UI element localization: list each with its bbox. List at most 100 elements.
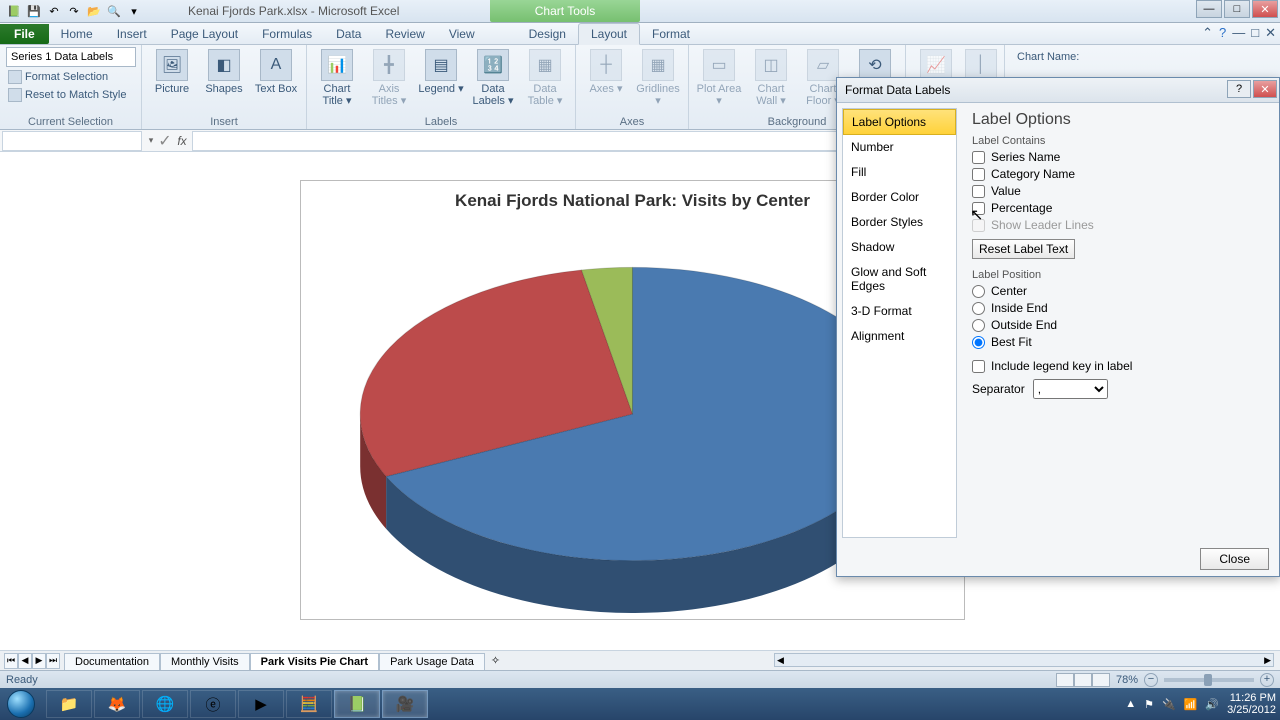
checkbox-category-name[interactable]: Category Name bbox=[972, 167, 1269, 181]
radio-outside-end[interactable]: Outside End bbox=[972, 318, 1269, 332]
undo-icon[interactable]: ↶ bbox=[46, 3, 62, 19]
tab-data[interactable]: Data bbox=[324, 24, 373, 44]
checkbox-percentage[interactable]: Percentage ↖ bbox=[972, 201, 1269, 215]
page-break-view-icon[interactable] bbox=[1092, 673, 1110, 687]
action-center-icon[interactable]: ⚑ bbox=[1144, 698, 1154, 711]
textbox-button[interactable]: AText Box bbox=[252, 47, 300, 95]
normal-view-icon[interactable] bbox=[1056, 673, 1074, 687]
dialog-nav-item[interactable]: Shadow bbox=[843, 235, 956, 260]
help-icon[interactable]: ? bbox=[1219, 25, 1226, 41]
dialog-nav-item[interactable]: Glow and Soft Edges bbox=[843, 260, 956, 299]
name-box[interactable] bbox=[2, 131, 142, 151]
checkbox-value[interactable]: Value bbox=[972, 184, 1269, 198]
calculator-icon[interactable]: 🧮 bbox=[286, 690, 332, 718]
start-button[interactable] bbox=[0, 688, 42, 720]
format-selection-button[interactable]: Format Selection bbox=[6, 69, 135, 85]
checkbox-legend-key[interactable]: Include legend key in label bbox=[972, 359, 1269, 373]
page-layout-view-icon[interactable] bbox=[1074, 673, 1092, 687]
volume-icon[interactable]: 🔊 bbox=[1205, 698, 1219, 711]
tab-review[interactable]: Review bbox=[373, 24, 436, 44]
shapes-button[interactable]: ◧Shapes bbox=[200, 47, 248, 95]
dialog-nav-item[interactable]: Number bbox=[843, 135, 956, 160]
doc-restore-icon[interactable]: □ bbox=[1251, 25, 1259, 41]
dialog-close-button[interactable]: Close bbox=[1200, 548, 1269, 570]
radio-best-fit[interactable]: Best Fit bbox=[972, 335, 1269, 349]
open-icon[interactable]: 📂 bbox=[86, 3, 102, 19]
cancel-icon[interactable]: ✓ bbox=[158, 131, 172, 151]
sheet-tab[interactable]: Documentation bbox=[64, 653, 160, 670]
gridlines-button[interactable]: ▦Gridlines ▾ bbox=[634, 47, 682, 107]
picture-button[interactable]: 🖼Picture bbox=[148, 47, 196, 95]
new-sheet-icon[interactable]: ✧ bbox=[485, 652, 506, 669]
minimize-ribbon-icon[interactable]: ⌃ bbox=[1202, 25, 1213, 41]
dialog-titlebar[interactable]: Format Data Labels ? ✕ bbox=[837, 78, 1279, 103]
fx-icon[interactable]: fx bbox=[172, 134, 192, 148]
chart-wall-button[interactable]: ◫Chart Wall ▾ bbox=[747, 47, 795, 107]
close-button[interactable]: ✕ bbox=[1252, 0, 1278, 18]
chart-title-button[interactable]: 📊Chart Title ▾ bbox=[313, 47, 361, 107]
tab-page-layout[interactable]: Page Layout bbox=[159, 24, 250, 44]
axes-button[interactable]: ┼Axes ▾ bbox=[582, 47, 630, 95]
sheet-tab[interactable]: Park Visits Pie Chart bbox=[250, 653, 379, 670]
chart-element-selector[interactable] bbox=[6, 47, 136, 67]
print-preview-icon[interactable]: 🔍 bbox=[106, 3, 122, 19]
horizontal-scrollbar[interactable]: ◀ ▶ bbox=[774, 653, 1274, 667]
clock[interactable]: 11:26 PM 3/25/2012 bbox=[1227, 692, 1276, 716]
legend-button[interactable]: ▤Legend ▾ bbox=[417, 47, 465, 95]
save-icon[interactable]: 💾 bbox=[26, 3, 42, 19]
dialog-close-icon[interactable]: ✕ bbox=[1253, 80, 1277, 98]
tab-home[interactable]: Home bbox=[49, 24, 105, 44]
excel-task-icon[interactable]: 📗 bbox=[334, 690, 380, 718]
dialog-nav-item[interactable]: Alignment bbox=[843, 324, 956, 349]
dialog-nav-item[interactable]: Border Styles bbox=[843, 210, 956, 235]
dialog-help-icon[interactable]: ? bbox=[1227, 80, 1251, 98]
zoom-in-icon[interactable]: + bbox=[1260, 673, 1274, 687]
power-icon[interactable]: 🔌 bbox=[1162, 698, 1176, 711]
axis-titles-button[interactable]: ╋Axis Titles ▾ bbox=[365, 47, 413, 107]
zoom-slider[interactable] bbox=[1164, 678, 1254, 682]
name-box-dropdown-icon[interactable]: ▾ bbox=[144, 135, 158, 146]
tab-insert[interactable]: Insert bbox=[105, 24, 159, 44]
sheet-tab[interactable]: Monthly Visits bbox=[160, 653, 250, 670]
doc-minimize-icon[interactable]: — bbox=[1232, 25, 1245, 41]
first-sheet-icon[interactable]: ⏮ bbox=[4, 653, 18, 669]
ie-icon[interactable]: ⓔ bbox=[190, 690, 236, 718]
tab-layout[interactable]: Layout bbox=[578, 23, 640, 45]
chrome-icon[interactable]: 🌐 bbox=[142, 690, 188, 718]
checkbox-series-name[interactable]: Series Name bbox=[972, 150, 1269, 164]
tab-design[interactable]: Design bbox=[517, 24, 578, 44]
reset-match-button[interactable]: Reset to Match Style bbox=[6, 87, 135, 103]
tab-view[interactable]: View bbox=[437, 24, 487, 44]
sheet-tab[interactable]: Park Usage Data bbox=[379, 653, 485, 670]
dialog-nav-item[interactable]: Label Options bbox=[843, 109, 956, 135]
qat-dropdown-icon[interactable]: ▾ bbox=[126, 3, 142, 19]
zoom-level[interactable]: 78% bbox=[1116, 674, 1138, 686]
radio-center[interactable]: Center bbox=[972, 284, 1269, 298]
file-tab[interactable]: File bbox=[0, 24, 49, 44]
firefox-icon[interactable]: 🦊 bbox=[94, 690, 140, 718]
data-labels-button[interactable]: 🔢Data Labels ▾ bbox=[469, 47, 517, 107]
dialog-nav-item[interactable]: Border Color bbox=[843, 185, 956, 210]
dialog-nav-item[interactable]: Fill bbox=[843, 160, 956, 185]
plot-area-button[interactable]: ▭Plot Area ▾ bbox=[695, 47, 743, 107]
tray-up-icon[interactable]: ▲ bbox=[1125, 698, 1136, 710]
dialog-nav-item[interactable]: 3-D Format bbox=[843, 299, 956, 324]
maximize-button[interactable]: □ bbox=[1224, 0, 1250, 18]
next-sheet-icon[interactable]: ▶ bbox=[32, 653, 46, 669]
reset-label-text-button[interactable]: Reset Label Text bbox=[972, 239, 1075, 259]
network-icon[interactable]: 📶 bbox=[1184, 698, 1198, 711]
separator-select[interactable]: , bbox=[1033, 379, 1108, 399]
radio-inside-end[interactable]: Inside End bbox=[972, 301, 1269, 315]
explorer-icon[interactable]: 📁 bbox=[46, 690, 92, 718]
zoom-out-icon[interactable]: − bbox=[1144, 673, 1158, 687]
tab-formulas[interactable]: Formulas bbox=[250, 24, 324, 44]
tab-format[interactable]: Format bbox=[640, 24, 702, 44]
data-table-button[interactable]: ▦Data Table ▾ bbox=[521, 47, 569, 107]
media-player-icon[interactable]: ▶ bbox=[238, 690, 284, 718]
redo-icon[interactable]: ↷ bbox=[66, 3, 82, 19]
last-sheet-icon[interactable]: ⏭ bbox=[46, 653, 60, 669]
camtasia-task-icon[interactable]: 🎥 bbox=[382, 690, 428, 718]
doc-close-icon[interactable]: ✕ bbox=[1265, 25, 1276, 41]
prev-sheet-icon[interactable]: ◀ bbox=[18, 653, 32, 669]
minimize-button[interactable]: — bbox=[1196, 0, 1222, 18]
